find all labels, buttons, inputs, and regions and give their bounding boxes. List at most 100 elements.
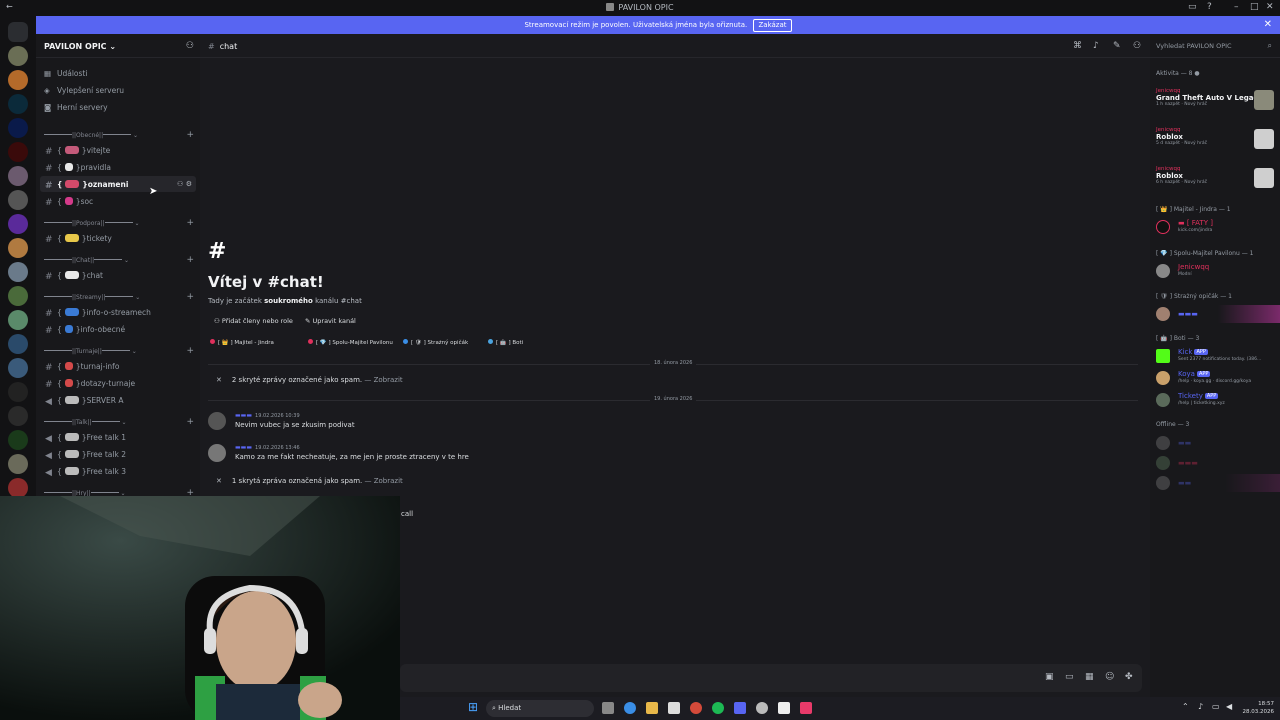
threads-icon[interactable]: ⌘ bbox=[1073, 41, 1082, 51]
channel-free-talk-3[interactable]: ◀{}Free talk 3 bbox=[40, 463, 196, 479]
server-icon[interactable] bbox=[8, 214, 28, 234]
server-icon[interactable] bbox=[8, 382, 28, 402]
server-icon[interactable] bbox=[8, 310, 28, 330]
member-row[interactable]: ▬▬ bbox=[1156, 474, 1280, 492]
server-icon[interactable] bbox=[8, 118, 28, 138]
category-header[interactable]: ||Talk|| ⌄ + bbox=[44, 417, 194, 427]
role-chip[interactable]: [ 🛡 ] Strażný opičák bbox=[403, 338, 468, 348]
channel-server-a[interactable]: ◀{}SERVER A bbox=[40, 392, 196, 408]
close-icon[interactable]: ✕ bbox=[216, 477, 222, 485]
server-icon[interactable] bbox=[8, 454, 28, 474]
add-channel-icon[interactable]: + bbox=[186, 292, 194, 302]
server-header[interactable]: PAVILON OPIC ⌄ ⚇ bbox=[36, 34, 200, 58]
add-members-button[interactable]: ⚇ Přidat členy nebo role bbox=[214, 317, 293, 325]
add-channel-icon[interactable]: + bbox=[186, 255, 194, 265]
channel-free-talk-2[interactable]: ◀{}Free talk 2 bbox=[40, 446, 196, 462]
channel-oznameni[interactable]: #{}oznameni ⚇ ⚙ bbox=[40, 176, 196, 192]
server-icon[interactable] bbox=[8, 166, 28, 186]
category-header[interactable]: ||Obecné|| ⌄ + bbox=[44, 130, 194, 140]
file-explorer-icon[interactable] bbox=[646, 702, 658, 714]
category-header[interactable]: ||Turnaje|| ⌄ + bbox=[44, 346, 194, 356]
channel-dotazy-turnaje[interactable]: #{}dotazy-turnaje bbox=[40, 375, 196, 391]
minimize-icon[interactable]: – bbox=[1234, 2, 1239, 12]
add-channel-icon[interactable]: + bbox=[186, 218, 194, 228]
boost-item[interactable]: ◈ Vylepšení serveru bbox=[44, 86, 124, 95]
member-row[interactable]: ▬ [ FATY ] kick.com/jindra bbox=[1156, 218, 1280, 236]
add-channel-icon[interactable]: + bbox=[186, 130, 194, 140]
obs-icon[interactable] bbox=[756, 702, 768, 714]
server-icon[interactable] bbox=[8, 94, 28, 114]
edge-icon[interactable] bbox=[624, 702, 636, 714]
display-icon[interactable]: ▭ bbox=[1212, 702, 1220, 711]
banner-close-icon[interactable]: ✕ bbox=[1264, 16, 1272, 34]
events-item[interactable]: ▦ Události bbox=[44, 69, 87, 78]
game-servers-item[interactable]: ◙ Herní servery bbox=[44, 103, 108, 112]
help-icon[interactable]: ? bbox=[1207, 2, 1212, 12]
server-icon[interactable] bbox=[8, 70, 28, 90]
windows-start-icon[interactable]: ⊞ bbox=[468, 700, 478, 714]
gif-icon[interactable]: ▭ bbox=[1065, 672, 1074, 682]
server-icon[interactable] bbox=[8, 286, 28, 306]
channel-turnaj-info[interactable]: #{}turnaj-info bbox=[40, 358, 196, 374]
show-spam-link[interactable]: — Zobrazit bbox=[364, 376, 402, 384]
role-chip[interactable]: [ 🤖 ] Boti bbox=[488, 338, 523, 348]
channel-soc[interactable]: #{}soc bbox=[40, 193, 196, 209]
channel-info-o-streamech[interactable]: #{}info-o-streamech bbox=[40, 304, 196, 320]
edit-channel-button[interactable]: ✎ Upravit kanál bbox=[305, 317, 356, 325]
channel-settings-icons[interactable]: ⚇ ⚙ bbox=[177, 180, 192, 188]
member-row[interactable]: ▬▬▬ bbox=[1156, 305, 1280, 323]
member-row[interactable]: Tickety APP /help | ticketking.xyz bbox=[1156, 391, 1280, 409]
message-composer[interactable] bbox=[400, 664, 1142, 692]
server-icon[interactable] bbox=[8, 358, 28, 378]
server-icon[interactable] bbox=[8, 430, 28, 450]
apps-icon[interactable]: ✤ bbox=[1125, 672, 1133, 682]
server-icon[interactable] bbox=[8, 142, 28, 162]
role-chip[interactable]: [ 👑 ] Majitel - Jindra bbox=[210, 338, 274, 348]
disable-streamer-button[interactable]: Zakázat bbox=[753, 19, 792, 32]
channel-vitejte[interactable]: #{}vitejte bbox=[40, 142, 196, 158]
server-icon[interactable] bbox=[8, 238, 28, 258]
channel-chat[interactable]: #{}chat bbox=[40, 267, 196, 283]
role-chip[interactable]: [ 💎 ] Spolu-Majitel Pavilonu bbox=[308, 338, 393, 348]
server-icon[interactable] bbox=[8, 190, 28, 210]
category-header[interactable]: ||Chat|| ⌄ + bbox=[44, 255, 194, 265]
task-view-icon[interactable] bbox=[602, 702, 614, 714]
close-icon[interactable]: ✕ bbox=[216, 376, 222, 384]
show-spam-link[interactable]: — Zobrazit bbox=[364, 477, 402, 485]
activity-card[interactable]: Jenicwqq Grand Theft Auto V Legacy 1 h n… bbox=[1156, 88, 1276, 110]
close-window-icon[interactable]: ✕ bbox=[1266, 2, 1274, 12]
chrome-icon[interactable] bbox=[690, 702, 702, 714]
server-icon[interactable] bbox=[8, 406, 28, 426]
channel-info-obecne[interactable]: #{}info-obecné bbox=[40, 321, 196, 337]
member-row[interactable]: ▬▬ bbox=[1156, 434, 1280, 452]
avatar[interactable] bbox=[208, 444, 226, 462]
server-search[interactable]: Vyhledat PAVILON OPIC ⌕ bbox=[1150, 34, 1280, 58]
server-icon[interactable] bbox=[8, 334, 28, 354]
inbox-icon[interactable]: ▭ bbox=[1188, 2, 1197, 12]
pin-icon[interactable]: ✎ bbox=[1113, 41, 1121, 51]
members-icon[interactable]: ⚇ bbox=[1133, 41, 1141, 51]
gift-icon[interactable]: ▣ bbox=[1045, 672, 1054, 682]
add-channel-icon[interactable]: + bbox=[186, 417, 194, 427]
username-hidden[interactable]: ▬▬▬ bbox=[235, 412, 252, 419]
spotify-icon[interactable] bbox=[712, 702, 724, 714]
tray-chevron-icon[interactable]: ⌃ bbox=[1182, 702, 1189, 711]
store-icon[interactable] bbox=[668, 702, 680, 714]
discord-icon[interactable] bbox=[734, 702, 746, 714]
category-header[interactable]: ||Streamy|| ⌄ + bbox=[44, 292, 194, 302]
bell-icon[interactable]: ♪ bbox=[1093, 41, 1099, 51]
member-row[interactable]: ▬▬▬ bbox=[1156, 454, 1280, 472]
volume-icon[interactable]: ◀ bbox=[1226, 702, 1232, 711]
channel-free-talk-1[interactable]: ◀{}Free talk 1 bbox=[40, 429, 196, 445]
sticker-icon[interactable]: ▦ bbox=[1085, 672, 1094, 682]
invite-icon[interactable]: ⚇ bbox=[186, 41, 194, 51]
member-row[interactable]: Jenicwqq Modní bbox=[1156, 262, 1280, 280]
tiktok-icon[interactable] bbox=[800, 702, 812, 714]
emoji-icon[interactable]: ☺ bbox=[1105, 672, 1114, 682]
channel-pravidla[interactable]: #{}pravidla bbox=[40, 159, 196, 175]
member-row[interactable]: Kick APP Sent 2377 notifications today. (… bbox=[1156, 347, 1280, 365]
taskbar-clock[interactable]: 18:57 28.03.2026 bbox=[1243, 700, 1275, 716]
avatar[interactable] bbox=[208, 412, 226, 430]
maximize-icon[interactable]: □ bbox=[1250, 2, 1259, 12]
taskbar-search[interactable]: ⌕ Hledat bbox=[486, 700, 594, 717]
